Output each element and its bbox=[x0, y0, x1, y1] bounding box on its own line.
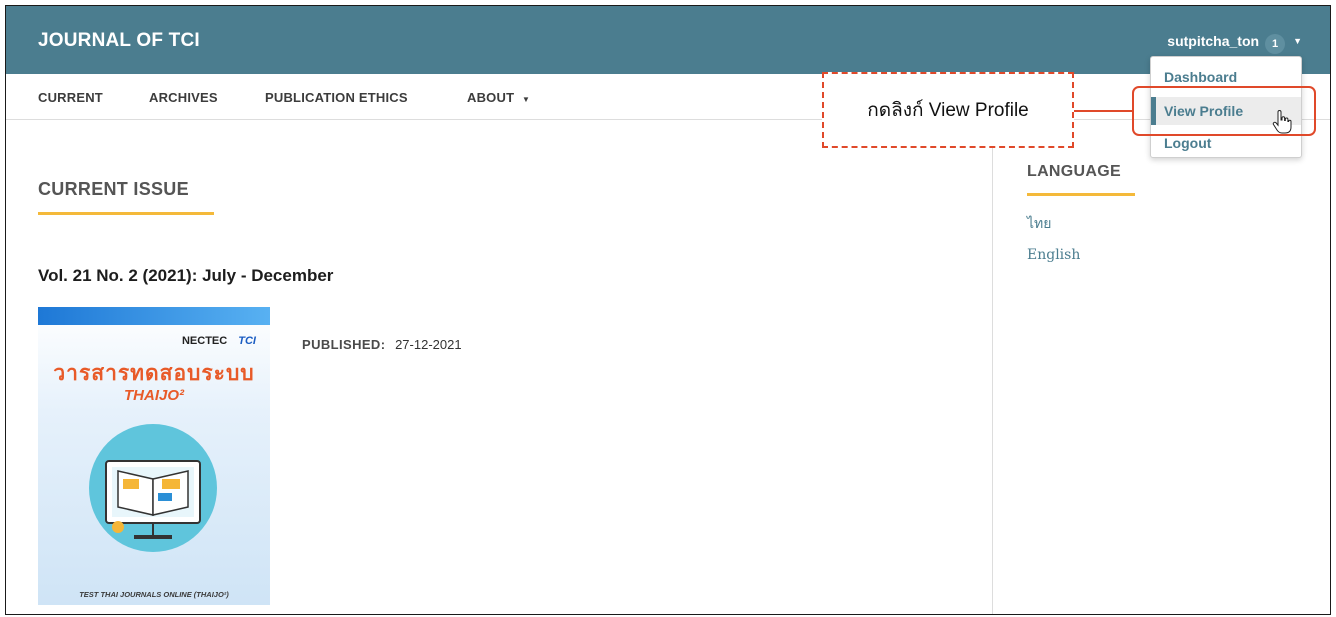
published-label: PUBLISHED: bbox=[302, 337, 386, 352]
main-content: CURRENT ISSUE Vol. 21 No. 2 (2021): July… bbox=[6, 121, 992, 614]
cover-footer: TEST THAI JOURNALS ONLINE (THAIJO²) bbox=[79, 590, 229, 599]
heading-underline bbox=[38, 212, 214, 215]
site-header: JOURNAL OF TCI sutpitcha_ton 1 ▼ bbox=[6, 6, 1330, 74]
published-info: PUBLISHED: 27-12-2021 bbox=[302, 337, 462, 352]
chevron-down-icon: ▼ bbox=[522, 95, 531, 104]
cover-top-strip bbox=[38, 307, 270, 325]
cover-title: วารสารทดสอบระบบ bbox=[53, 362, 255, 385]
username-label: sutpitcha_ton bbox=[1167, 33, 1260, 49]
nav-item-about-label: ABOUT bbox=[467, 90, 515, 105]
user-menu-toggle[interactable]: sutpitcha_ton 1 ▼ bbox=[1167, 28, 1302, 54]
tci-logo: TCI bbox=[238, 335, 256, 347]
language-heading: LANGUAGE bbox=[1027, 163, 1121, 180]
language-link-english[interactable]: English bbox=[1027, 247, 1080, 263]
page-title: CURRENT ISSUE bbox=[38, 179, 189, 199]
notification-badge: 1 bbox=[1265, 34, 1286, 54]
chevron-down-icon: ▼ bbox=[1293, 36, 1302, 46]
cover-subtitle: THAIJO² bbox=[124, 387, 184, 404]
view-profile-highlight bbox=[1132, 86, 1316, 136]
cover-logos: NECTEC TCI bbox=[182, 335, 256, 347]
published-date: 27-12-2021 bbox=[395, 337, 462, 352]
callout-text: กดลิงก์ View Profile bbox=[867, 100, 1029, 121]
computer-book-illustration-icon bbox=[89, 424, 217, 552]
instruction-callout: กดลิงก์ View Profile bbox=[822, 72, 1074, 148]
app-frame: JOURNAL OF TCI sutpitcha_ton 1 ▼ CURRENT… bbox=[5, 5, 1331, 615]
nav-item-current[interactable]: CURRENT bbox=[38, 90, 103, 105]
issue-title-link[interactable]: Vol. 21 No. 2 (2021): July - December bbox=[38, 266, 333, 286]
nav-item-publication-ethics[interactable]: PUBLICATION ETHICS bbox=[265, 90, 408, 105]
issue-cover-image[interactable]: NECTEC TCI วารสารทดสอบระบบ THAIJO² TEST … bbox=[38, 307, 270, 605]
site-title[interactable]: JOURNAL OF TCI bbox=[38, 30, 200, 52]
nav-item-about[interactable]: ABOUT ▼ bbox=[467, 90, 530, 105]
nav-item-archives[interactable]: ARCHIVES bbox=[149, 90, 218, 105]
sidebar: LANGUAGE ไทย English bbox=[992, 121, 1330, 614]
language-underline bbox=[1027, 193, 1135, 196]
nectec-logo: NECTEC bbox=[181, 335, 228, 347]
callout-connector-line bbox=[1074, 110, 1132, 112]
language-link-thai[interactable]: ไทย bbox=[1027, 213, 1051, 235]
